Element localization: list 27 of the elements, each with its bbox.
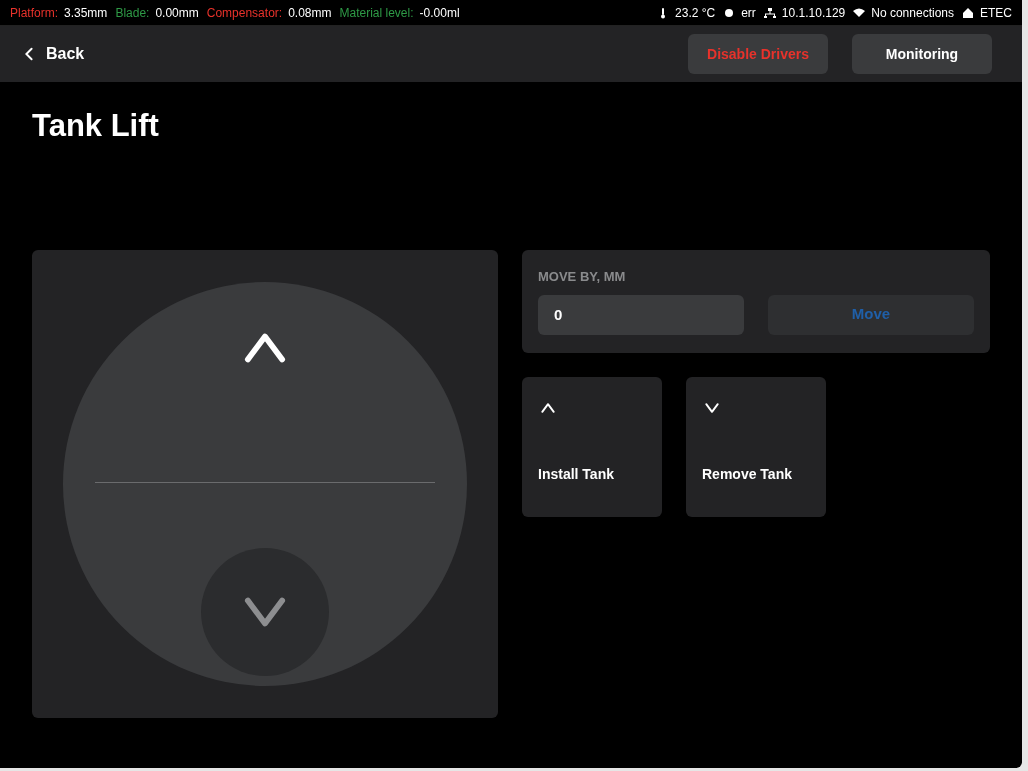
reading-value: 3.35mm [64, 4, 108, 22]
reading-label: Platform: [10, 4, 58, 22]
reading-value: 0.00mm [155, 4, 199, 22]
field-label: MOVE BY, MM [538, 268, 627, 286]
indicator-text: No connections [871, 4, 954, 22]
indicator-text: ETEC [980, 4, 1012, 22]
reading-label: Material level: [339, 4, 414, 22]
indicator-text: 10.1.10.129 [781, 4, 846, 22]
reading-value: 0.08mm [288, 4, 332, 22]
tank-action-button[interactable]: Remove Tank [686, 376, 826, 517]
page-title: Tank Lift [32, 108, 160, 144]
reading-label: Blade: [115, 4, 150, 22]
header-button[interactable]: Monitoring [852, 34, 992, 74]
reading-value: -0.00ml [419, 4, 460, 22]
chevron-down-icon [702, 400, 722, 415]
reading-label: Compensator: [206, 4, 283, 22]
distance-input[interactable]: 0 [538, 294, 744, 335]
network-icon [763, 6, 776, 19]
wifi-icon [853, 6, 866, 19]
tank-action-button[interactable]: Install Tank [522, 376, 662, 517]
home-icon [962, 6, 974, 19]
chevron-up-icon [538, 400, 558, 415]
chevron-left-icon [24, 47, 34, 61]
indicator-text: err [741, 4, 756, 22]
indicator-text: 23.2 °C [675, 4, 716, 22]
back-button[interactable]: Back [24, 42, 85, 66]
status-dot-icon [723, 6, 736, 19]
